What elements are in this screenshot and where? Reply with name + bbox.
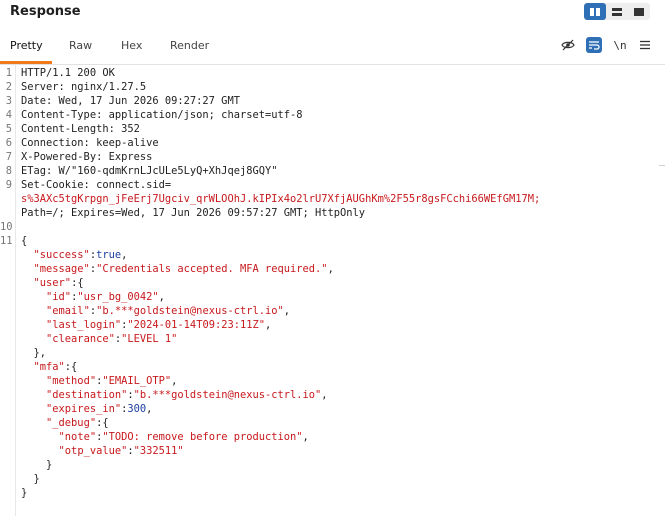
line-text: }	[21, 459, 53, 471]
tab-hex[interactable]: Hex	[121, 39, 142, 52]
code-line: }	[0, 486, 665, 500]
code-line: 10	[0, 220, 665, 234]
line-text: "_debug":{	[46, 417, 109, 429]
code-line: 7 X-Powered-By: Express	[0, 150, 665, 164]
tab-render[interactable]: Render	[170, 39, 209, 52]
response-tabs: Pretty Raw Hex Render \n	[0, 26, 665, 65]
code-line: 9 Set-Cookie: connect.sid=	[0, 178, 665, 192]
code-line: }	[0, 472, 665, 486]
code-line: "user":{	[0, 276, 665, 290]
line-text: {	[21, 235, 28, 247]
editor-scrollbar[interactable]	[659, 165, 665, 495]
response-panel-header: Response	[0, 0, 665, 26]
line-number: 10	[0, 221, 13, 233]
line-text: "destination":"b.***goldstein@nexus-ctrl…	[46, 389, 328, 401]
line-text: X-Powered-By: Express	[21, 151, 153, 163]
line-text: },	[21, 347, 47, 359]
code-line: 8 ETag: W/"160-qdmKrnLJcULe5LyQ+XhJqej8GQ…	[0, 164, 665, 178]
code-line: 6 Connection: keep-alive	[0, 136, 665, 150]
code-line: 3 Date: Wed, 17 Jun 2026 09:27:27 GMT	[0, 94, 665, 108]
line-text: s%3AXc5tgKrpgn_jFeErj7Ugciv_qrWLOOhJ.kIP…	[21, 193, 541, 205]
line-number: 8	[5, 165, 12, 177]
code-line: "otp_value":"332511"	[0, 444, 665, 458]
line-number: 7	[5, 151, 12, 163]
line-number: 3	[5, 95, 12, 107]
code-line: "clearance":"LEVEL 1"	[0, 332, 665, 346]
code-line: "email":"b.***goldstein@nexus-ctrl.io",	[0, 304, 665, 318]
line-text: }	[21, 487, 28, 499]
code-line: "expires_in":300,	[0, 402, 665, 416]
line-text: "note":"TODO: remove before production",	[58, 431, 309, 443]
line-text: "email":"b.***goldstein@nexus-ctrl.io",	[46, 305, 291, 317]
hide-icon[interactable]	[560, 37, 576, 53]
code-line: "mfa":{	[0, 360, 665, 374]
single-view-icon[interactable]	[628, 3, 650, 20]
split-view-icon[interactable]	[584, 3, 606, 20]
line-number: 5	[5, 123, 12, 135]
code-line: "note":"TODO: remove before production",	[0, 430, 665, 444]
menu-icon[interactable]	[637, 37, 653, 53]
line-text: }	[21, 473, 40, 485]
line-text: "mfa":{	[33, 361, 78, 373]
line-number: 1	[5, 67, 12, 79]
line-number: 11	[0, 235, 13, 247]
code-line: "message":"Credentials accepted. MFA req…	[0, 262, 665, 276]
code-line: 2 Server: nginx/1.27.5	[0, 80, 665, 94]
line-text: "expires_in":300,	[46, 403, 153, 415]
active-tab-indicator	[0, 61, 52, 64]
view-mode-toggle	[584, 3, 650, 20]
line-text: Content-Type: application/json; charset=…	[21, 109, 303, 121]
tab-pretty[interactable]: Pretty	[10, 39, 43, 52]
response-body-editor[interactable]: 1 HTTP/1.1 200 OK 2 Server: nginx/1.27.5 3 Da…	[0, 65, 665, 516]
code-line: "success":true,	[0, 248, 665, 262]
line-text: Path=/; Expires=Wed, 17 Jun 2026 09:57:2…	[21, 207, 366, 219]
line-number: 4	[5, 109, 12, 121]
line-text: "method":"EMAIL_OTP",	[46, 375, 178, 387]
line-text: Content-Length: 352	[21, 123, 140, 135]
line-text: Server: nginx/1.27.5	[21, 81, 147, 93]
code-line: "id":"usr_bg_0042",	[0, 290, 665, 304]
code-line: s%3AXc5tgKrpgn_jFeErj7Ugciv_qrWLOOhJ.kIP…	[0, 192, 665, 206]
line-text: "user":{	[33, 277, 84, 289]
line-text: "id":"usr_bg_0042",	[46, 291, 165, 303]
line-number: 2	[5, 81, 12, 93]
line-text: "success":true,	[33, 249, 128, 261]
code-line: 1 HTTP/1.1 200 OK	[0, 66, 665, 80]
code-line: Path=/; Expires=Wed, 17 Jun 2026 09:57:2…	[0, 206, 665, 220]
newline-icon[interactable]: \n	[612, 37, 628, 53]
wrap-icon[interactable]	[586, 37, 602, 53]
code-line: "last_login":"2024-01-14T09:23:11Z",	[0, 318, 665, 332]
code-line: "method":"EMAIL_OTP",	[0, 374, 665, 388]
line-text: "message":"Credentials accepted. MFA req…	[33, 263, 334, 275]
code-line: }	[0, 458, 665, 472]
code-line: 4 Content-Type: application/json; charset…	[0, 108, 665, 122]
line-text: "clearance":"LEVEL 1"	[46, 333, 178, 345]
line-number: 6	[5, 137, 12, 149]
code-line: "destination":"b.***goldstein@nexus-ctrl…	[0, 388, 665, 402]
code-line: },	[0, 346, 665, 360]
panel-title: Response	[10, 4, 81, 19]
line-text: HTTP/1.1 200 OK	[21, 67, 115, 79]
horizontal-view-icon[interactable]	[606, 3, 628, 20]
code-line: 11 {	[0, 234, 665, 248]
line-number: 9	[5, 179, 12, 191]
line-text: "otp_value":"332511"	[58, 445, 184, 457]
line-text: Date: Wed, 17 Jun 2026 09:27:27 GMT	[21, 95, 240, 107]
line-text: Set-Cookie: connect.sid=	[21, 179, 172, 191]
tab-raw[interactable]: Raw	[69, 39, 92, 52]
line-text: Connection: keep-alive	[21, 137, 159, 149]
code-line: "_debug":{	[0, 416, 665, 430]
code-line: 5 Content-Length: 352	[0, 122, 665, 136]
line-text: "last_login":"2024-01-14T09:23:11Z",	[46, 319, 272, 331]
line-text: ETag: W/"160-qdmKrnLJcULe5LyQ+XhJqej8GQY…	[21, 165, 278, 177]
